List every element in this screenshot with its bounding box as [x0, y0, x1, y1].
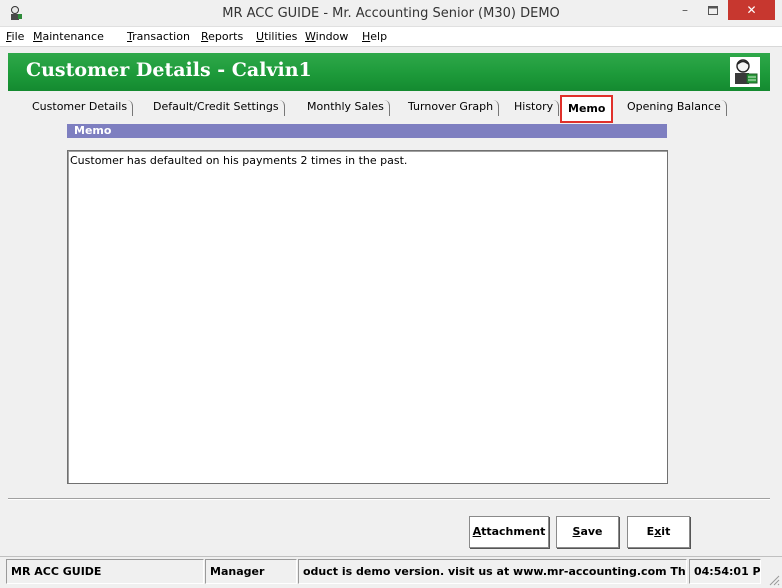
menu-transaction[interactable]: Transaction: [127, 30, 190, 43]
form-header: Customer Details - Calvin1: [8, 53, 770, 91]
tab-memo[interactable]: Memo: [560, 95, 614, 123]
menu-maintenance[interactable]: Maintenance: [33, 30, 104, 43]
title-bar: MR ACC GUIDE - Mr. Accounting Senior (M3…: [0, 0, 782, 27]
status-time: 04:54:01 PM: [689, 559, 761, 584]
close-button[interactable]: ✕: [728, 0, 775, 20]
page-title: Customer Details - Calvin1: [26, 59, 312, 81]
menu-file[interactable]: File: [6, 30, 24, 43]
resize-grip-icon[interactable]: [768, 574, 780, 586]
window-title: MR ACC GUIDE - Mr. Accounting Senior (M3…: [222, 6, 560, 21]
exit-button[interactable]: Exit: [627, 516, 690, 548]
divider: [8, 498, 770, 500]
status-user: Manager: [205, 559, 297, 584]
status-message: oduct is demo version. visit us at www.m…: [298, 559, 687, 584]
attachment-button[interactable]: Attachment: [469, 516, 549, 548]
tab-customer-details[interactable]: Customer Details: [32, 96, 134, 118]
minimize-button[interactable]: –: [672, 0, 698, 20]
status-bar: MR ACC GUIDE Manager oduct is demo versi…: [0, 556, 782, 588]
tab-default-credit-settings[interactable]: Default/Credit Settings: [153, 96, 285, 118]
memo-textarea[interactable]: Customer has defaulted on his payments 2…: [67, 150, 668, 484]
save-button[interactable]: Save: [556, 516, 619, 548]
status-company: MR ACC GUIDE: [6, 559, 204, 584]
menu-utilities[interactable]: Utilities: [256, 30, 297, 43]
minimize-icon: –: [682, 3, 688, 17]
menu-bar: File Maintenance Transaction Reports Uti…: [0, 27, 782, 47]
menu-help[interactable]: Help: [362, 30, 387, 43]
memo-heading: Memo: [67, 124, 667, 138]
close-icon: ✕: [746, 3, 757, 17]
menu-reports[interactable]: Reports: [201, 30, 243, 43]
tab-turnover-graph[interactable]: Turnover Graph: [408, 96, 500, 118]
customer-icon: [730, 57, 760, 87]
tab-monthly-sales[interactable]: Monthly Sales: [307, 96, 390, 118]
maximize-icon: [708, 6, 718, 15]
tab-history[interactable]: History: [514, 96, 560, 118]
maximize-button[interactable]: [700, 0, 726, 20]
menu-window[interactable]: Window: [305, 30, 348, 43]
tab-opening-balance[interactable]: Opening Balance: [627, 96, 727, 118]
